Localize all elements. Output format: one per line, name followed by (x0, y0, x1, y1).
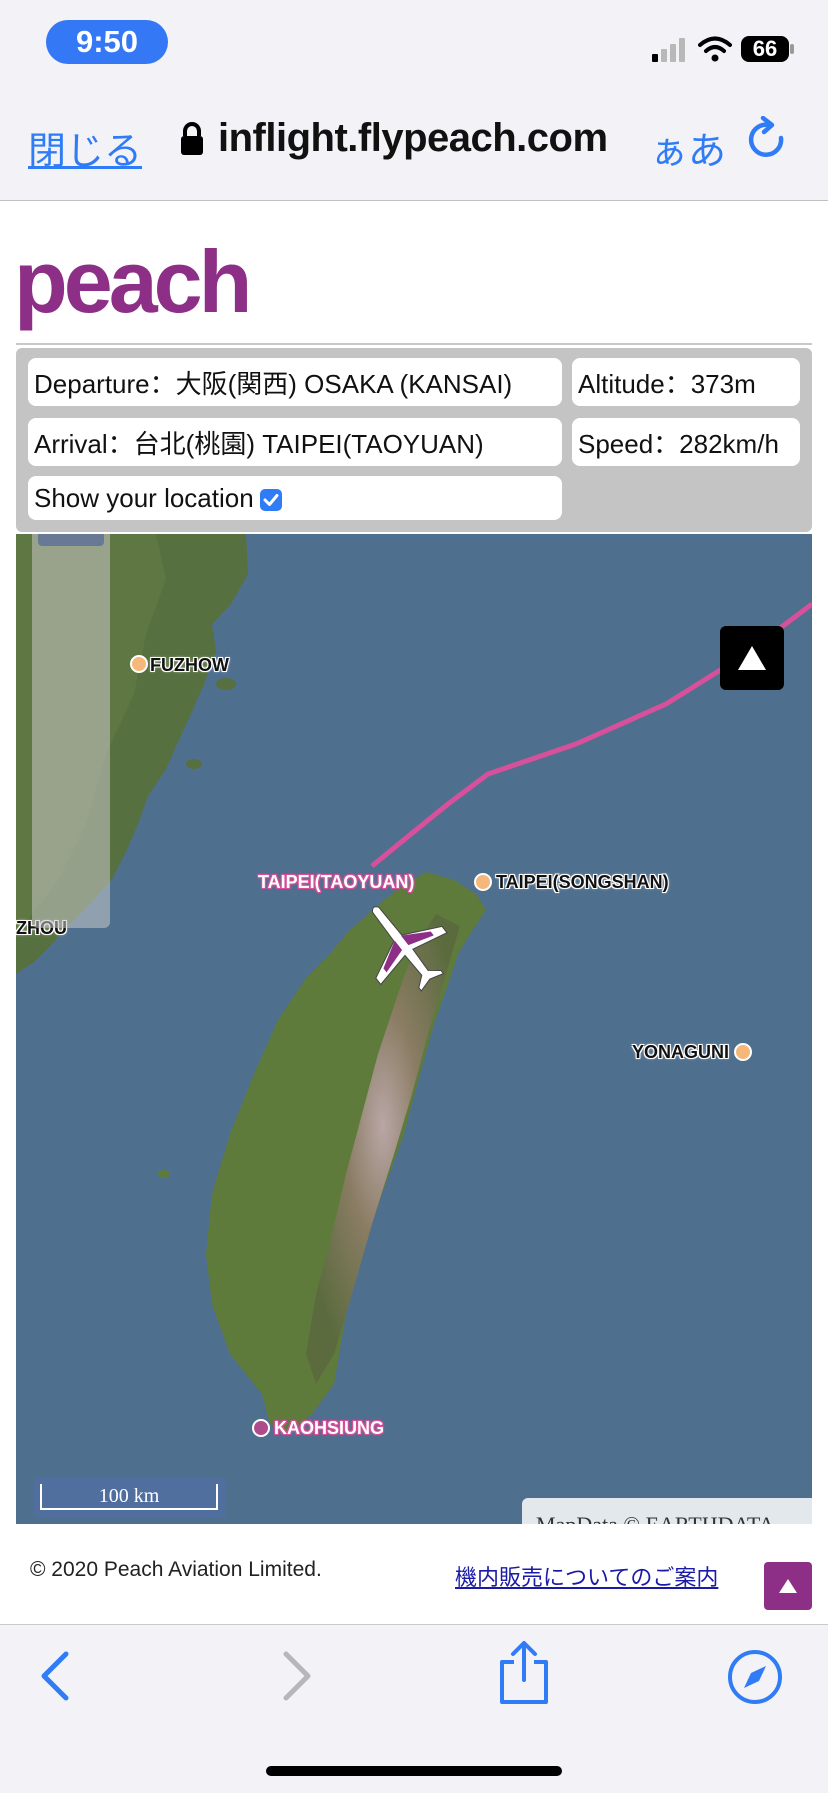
inflight-sales-link[interactable]: 機内販売についてのご案内 (455, 1560, 718, 1592)
cellular-signal-icon (652, 38, 685, 62)
home-indicator (266, 1766, 562, 1776)
text-size-button[interactable]: ぁあ (650, 120, 726, 175)
label-fuzhow: FUZHOW (150, 655, 229, 675)
departure-info: Departure：大阪(関西) OSAKA (KANSAI) (28, 358, 562, 406)
back-to-top-button[interactable] (764, 1562, 812, 1610)
close-button[interactable]: 閉じる (28, 120, 142, 175)
flight-map[interactable]: FUZHOW TAIPEI(TAOYUAN) TAIPEI(SONGSHAN) … (16, 534, 812, 1524)
speed-info: Speed：282km/h (572, 418, 800, 466)
airport-kaohsiung[interactable] (252, 1419, 270, 1437)
label-taipei-songshan: TAIPEI(SONGSHAN) (496, 872, 669, 892)
battery-cap (790, 44, 794, 54)
copyright-text: © 2020 Peach Aviation Limited. (30, 1558, 322, 1581)
airport-yonaguni[interactable] (734, 1043, 752, 1061)
map-terrain (16, 534, 812, 1524)
map-scale-label: 100 km (40, 1484, 218, 1510)
back-icon[interactable] (36, 1648, 76, 1704)
peach-logo: peach (14, 232, 252, 331)
label-yonaguni: YONAGUNI (632, 1042, 730, 1062)
arrival-info: Arrival：台北(桃園) TAIPEI(TAOYUAN) (28, 418, 562, 466)
show-location-row[interactable]: Show your location (28, 476, 562, 520)
label-kaohsiung: KAOHSIUNG (274, 1418, 385, 1438)
flight-info-panel: Departure：大阪(関西) OSAKA (KANSAI) Altitude… (16, 348, 812, 532)
wifi-icon (698, 36, 732, 62)
compass-icon[interactable] (726, 1648, 784, 1706)
forward-icon[interactable] (276, 1648, 316, 1704)
divider (16, 343, 812, 345)
url-text[interactable]: inflight.flypeach.com (218, 116, 608, 161)
battery-indicator: 66 (741, 36, 789, 62)
lock-icon (181, 122, 203, 155)
show-location-checkbox[interactable] (259, 489, 282, 511)
status-time: 9:50 (46, 20, 168, 64)
airplane-icon (372, 906, 448, 992)
show-location-label: Show your location (34, 482, 254, 513)
share-icon[interactable] (496, 1640, 552, 1706)
zoom-slider-thumb[interactable] (38, 534, 104, 546)
triangle-up-icon (779, 1579, 797, 1593)
label-taipei-taoyuan: TAIPEI(TAOYUAN) (258, 872, 415, 892)
reload-icon[interactable] (745, 116, 789, 164)
airport-taipei-songshan[interactable] (474, 873, 492, 891)
airport-fuzhow[interactable] (130, 655, 148, 673)
altitude-info: Altitude：373m (572, 358, 800, 406)
collapse-panel-button[interactable] (720, 626, 784, 690)
zoom-slider[interactable] (32, 534, 110, 928)
triangle-up-icon (738, 646, 766, 670)
